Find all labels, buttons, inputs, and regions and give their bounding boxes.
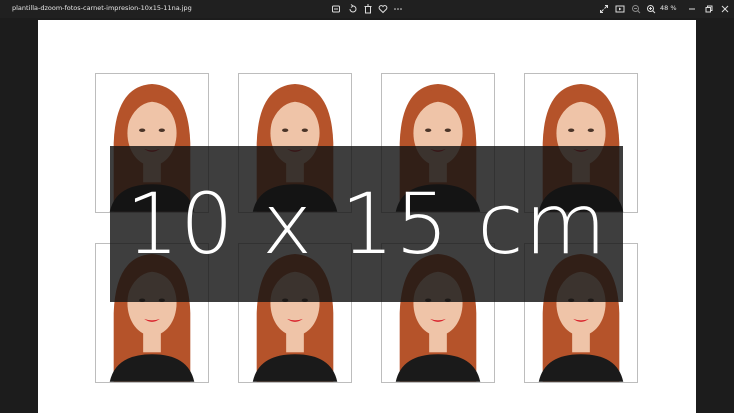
more-icon[interactable] — [392, 3, 404, 15]
image-viewer[interactable]: 10 x 15 cm — [0, 18, 734, 413]
zoom-in-icon[interactable] — [645, 3, 657, 15]
zoom-out-icon[interactable] — [630, 3, 642, 15]
crop-icon[interactable] — [330, 3, 342, 15]
size-label: 10 x 15 cm — [125, 175, 608, 273]
file-name: plantilla-dzoom-fotos-carnet-impresion-1… — [12, 4, 192, 12]
delete-icon[interactable] — [362, 3, 374, 15]
close-icon[interactable] — [719, 3, 731, 15]
rotate-icon[interactable] — [347, 3, 359, 15]
size-overlay-banner: 10 x 15 cm — [110, 146, 623, 302]
favorite-icon[interactable] — [377, 3, 389, 15]
minimize-icon[interactable] — [686, 3, 698, 15]
restore-icon[interactable] — [703, 3, 715, 15]
zoom-level[interactable]: 48 % — [660, 4, 677, 12]
fullscreen-icon[interactable] — [598, 3, 610, 15]
title-bar: plantilla-dzoom-fotos-carnet-impresion-1… — [0, 0, 734, 18]
slideshow-icon[interactable] — [614, 3, 626, 15]
